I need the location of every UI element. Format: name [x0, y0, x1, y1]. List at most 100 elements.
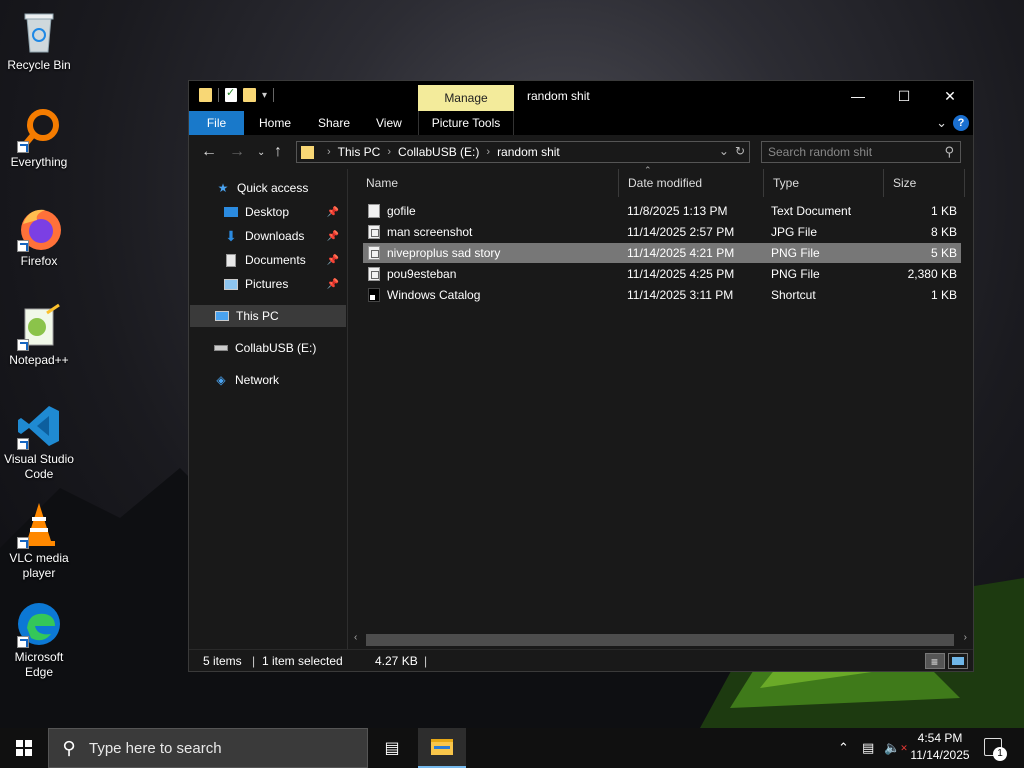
taskbar: ⚲ Type here to search ▤ ⌃ ▤ 🔈 ✕ 4:54 PM 1… — [0, 728, 1024, 768]
up-arrow-icon[interactable]: ↑ — [274, 143, 282, 161]
file-row[interactable]: man screenshot 11/14/2025 2:57 PM JPG Fi… — [363, 222, 961, 242]
file-name: man screenshot — [387, 225, 473, 239]
manage-context-tab[interactable]: Manage — [418, 85, 514, 111]
scroll-right-icon[interactable]: › — [964, 632, 967, 643]
desktop-icon-label: Visual Studio Code — [4, 452, 74, 481]
tab-picture-tools[interactable]: Picture Tools — [418, 111, 514, 135]
close-button[interactable]: ✕ — [927, 81, 973, 111]
recent-locations-icon[interactable]: ⌄ — [257, 147, 265, 158]
nav-desktop[interactable]: Desktop 📌 — [189, 201, 345, 223]
image-file-icon — [368, 225, 380, 239]
desktop-icon-everything[interactable]: Everything — [2, 105, 76, 170]
pin-icon[interactable]: 📌 — [327, 207, 339, 218]
vlc-cone-icon — [15, 501, 63, 549]
nav-network[interactable]: ◈ Network — [189, 369, 345, 391]
minimize-button[interactable]: — — [835, 81, 881, 111]
column-header-date[interactable]: Date modified — [620, 169, 764, 197]
pin-icon[interactable]: 📌 — [327, 255, 339, 266]
quick-access-toolbar: ▾ — [199, 86, 275, 102]
search-box[interactable]: ⚲ — [761, 141, 961, 163]
properties-icon[interactable] — [225, 86, 237, 102]
file-row[interactable]: gofile 11/8/2025 1:13 PM Text Document 1… — [363, 201, 961, 221]
details-view-button[interactable] — [925, 651, 945, 673]
system-clock[interactable]: 4:54 PM 11/14/2025 — [904, 730, 976, 764]
search-input[interactable] — [762, 145, 932, 159]
pin-icon[interactable]: 📌 — [327, 279, 339, 290]
file-size: 5 KB — [930, 246, 957, 260]
chevron-right-icon[interactable]: › — [387, 146, 391, 158]
taskbar-search-placeholder: Type here to search — [89, 739, 222, 757]
taskbar-search-box[interactable]: ⚲ Type here to search — [48, 728, 368, 768]
network-icon: ◈ — [216, 373, 226, 387]
nav-usb-drive[interactable]: CollabUSB (E:) — [189, 337, 345, 359]
breadcrumb-this-pc[interactable]: This PC — [338, 145, 381, 159]
file-date: 11/14/2025 3:11 PM — [627, 288, 734, 302]
customize-toolbar-icon[interactable]: ▾ — [262, 90, 267, 101]
task-view-button[interactable]: ▤ — [372, 728, 412, 768]
desktop-icon-vlc[interactable]: VLC media player — [2, 501, 76, 581]
ribbon-tabs: File Home Share View Picture Tools ⌄ ? — [189, 111, 973, 135]
desktop-icon-notepadpp[interactable]: Notepad++ — [2, 303, 76, 368]
title-bar: ▾ Manage random shit — ☐ ✕ — [189, 81, 973, 111]
back-arrow-icon[interactable]: ← — [201, 143, 217, 161]
horizontal-scrollbar[interactable]: ‹ › — [348, 631, 973, 647]
toolbar-separator — [218, 88, 219, 102]
status-bar: 5 items | 1 item selected 4.27 KB | — [189, 649, 973, 673]
file-type: JPG File — [771, 225, 818, 239]
desktop-icon-vscode[interactable]: Visual Studio Code — [2, 402, 76, 482]
shortcut-arrow-icon — [17, 240, 29, 252]
breadcrumb-folder[interactable]: random shit — [497, 145, 560, 159]
toolbar-separator — [273, 88, 275, 102]
address-dropdown-icon[interactable]: ⌄ — [719, 144, 729, 158]
nav-label: Downloads — [245, 229, 305, 243]
search-icon: ⚲ — [944, 144, 954, 159]
file-name: pou9esteban — [387, 267, 457, 281]
column-header-type[interactable]: Type — [765, 169, 884, 197]
file-row[interactable]: pou9esteban 11/14/2025 4:25 PM PNG File … — [363, 264, 961, 284]
desktop-icon-firefox[interactable]: Firefox — [2, 204, 76, 269]
scroll-left-icon[interactable]: ‹ — [354, 632, 357, 643]
desktop-icon-label: Everything — [10, 155, 68, 169]
new-folder-icon[interactable] — [243, 88, 256, 102]
desktop-icon-edge[interactable]: Microsoft Edge — [2, 600, 76, 680]
file-size: 1 KB — [930, 204, 957, 218]
breadcrumb-usb[interactable]: CollabUSB (E:) — [398, 145, 479, 159]
scrollbar-thumb[interactable] — [366, 634, 954, 646]
tab-share[interactable]: Share — [308, 111, 360, 135]
notepadpp-icon — [15, 303, 63, 351]
tab-home[interactable]: Home — [249, 111, 301, 135]
maximize-button[interactable]: ☐ — [881, 81, 927, 111]
tab-file[interactable]: File — [189, 111, 244, 135]
file-date: 11/14/2025 4:25 PM — [627, 267, 735, 281]
notification-center-icon[interactable]: 1 — [984, 738, 1007, 761]
network-status-icon[interactable]: ▤ — [862, 728, 874, 768]
start-button[interactable] — [0, 728, 48, 768]
desktop-icon-recycle-bin[interactable]: Recycle Bin — [2, 8, 76, 73]
chevron-right-icon[interactable]: › — [486, 146, 490, 158]
forward-arrow-icon[interactable]: → — [229, 143, 245, 161]
expand-ribbon-icon[interactable]: ⌄ — [936, 115, 947, 131]
show-hidden-icons-button[interactable]: ⌃ — [838, 728, 849, 768]
pin-icon[interactable]: 📌 — [327, 231, 339, 242]
recycle-bin-icon — [15, 8, 63, 56]
tab-view[interactable]: View — [366, 111, 412, 135]
column-header-size[interactable]: Size — [885, 169, 965, 197]
nav-documents[interactable]: Documents 📌 — [189, 249, 345, 271]
download-arrow-icon: ⬇ — [225, 227, 237, 244]
clock-date: 11/14/2025 — [910, 748, 970, 762]
help-icon[interactable]: ? — [953, 115, 969, 131]
taskbar-file-explorer-button[interactable] — [418, 728, 466, 768]
column-header-name[interactable]: Name — [358, 169, 619, 197]
refresh-icon[interactable]: ↻ — [735, 144, 745, 158]
nav-label: Quick access — [237, 181, 309, 195]
address-bar[interactable]: › This PC › CollabUSB (E:) › random shit… — [296, 141, 750, 163]
large-icons-view-button[interactable] — [948, 653, 968, 669]
file-row[interactable]: Windows Catalog 11/14/2025 3:11 PM Short… — [363, 285, 961, 305]
nav-quick-access[interactable]: ★ Quick access — [189, 177, 345, 199]
file-row-selected[interactable]: niveproplus sad story 11/14/2025 4:21 PM… — [363, 243, 961, 263]
nav-this-pc[interactable]: This PC — [190, 305, 346, 327]
nav-pictures[interactable]: Pictures 📌 — [189, 273, 345, 295]
chevron-right-icon[interactable]: › — [327, 146, 331, 158]
file-explorer-icon — [431, 739, 453, 755]
nav-downloads[interactable]: ⬇ Downloads 📌 — [189, 225, 345, 247]
